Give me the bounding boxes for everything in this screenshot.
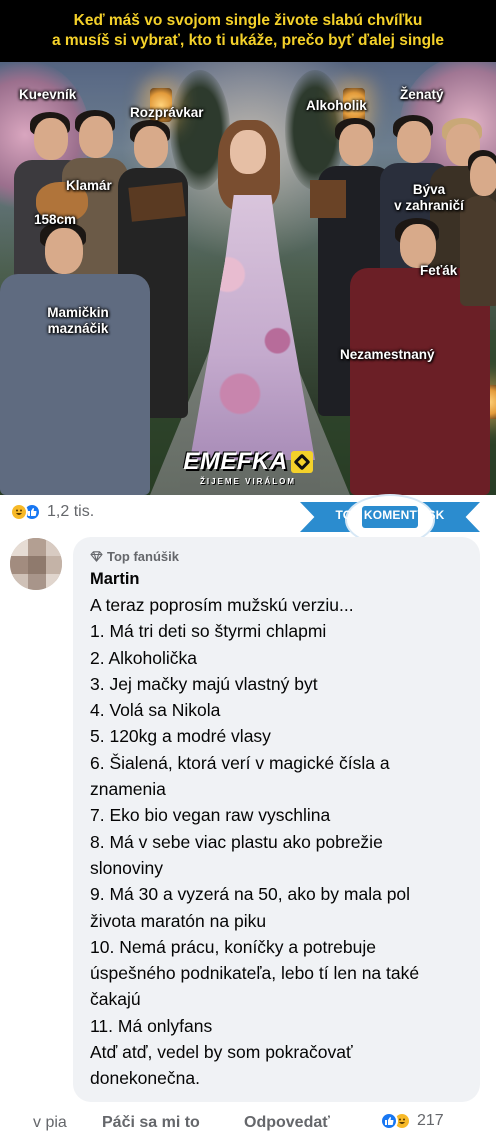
comment-timestamp[interactable]: v pia [33,1114,67,1132]
badge-text: TOP KOMENTY.SK [335,508,445,522]
emefka-mark-icon [290,451,313,473]
comment-bubble: Top fanúšik Martin A teraz poprosím mužs… [73,537,480,1102]
avatar[interactable] [10,538,62,590]
caption-line-1: Keď máš vo svojom single živote slabú ch… [73,12,423,29]
comment-line: života maratón na piku [90,910,267,931]
label-byva: Býva v zahraničí [382,182,476,214]
post-reactions[interactable]: 1,2 tis. [10,500,94,524]
comment-line: 8. Má v sebe viac plastu ako pobrežie [90,831,383,852]
logo-text: EMEFKA [183,448,288,475]
label-byva-line-1: Býva [412,182,446,197]
comment-line: čakajú [90,989,141,1010]
comment-line: 1. Má tri deti so štyrmi chlapmi [90,621,327,642]
comment-reaction-count: 217 [417,1112,444,1129]
comment-line: Atď atď, vedel by som pokračovať [90,1042,353,1063]
label-klamar: Klamár [66,178,112,193]
label-fetak: Feťák [420,263,458,278]
comment-line: znamenia [90,779,166,800]
reply-button[interactable]: Odpovedať [244,1114,330,1132]
like-icon [380,1112,398,1130]
comment-line: 2. Alkoholička [90,647,198,668]
post-reaction-count: 1,2 tis. [47,503,95,520]
label-mamickin-line-2: maznáčik [47,321,109,336]
comment-line: slonoviny [90,857,163,878]
comment-line: A teraz poprosím mužskú verziu... [90,595,354,615]
label-byva-line-2: v zahraničí [394,198,464,213]
diamond-icon [90,550,103,562]
comment-line: donekonečna. [90,1068,200,1089]
comment-text: A teraz poprosím mužskú verziu... 1. Má … [90,592,463,1092]
comment-line: 3. Jej mačky majú vlastný byt [90,673,318,694]
label-158cm: 158cm [34,212,77,227]
woman-face [230,130,266,174]
label-nezamestnany: Nezamestnaný [340,347,435,362]
label-mamickin: Mamičkin maznáčik [30,305,126,337]
top-fan-badge: Top fanúšik [90,547,463,565]
comment-line: 6. Šialená, ktorá verí v magické čísla a [90,752,390,773]
top-fan-label: Top fanúšik [107,548,179,564]
emefka-logo: EMEFKA ŽIJEME VIRÁLOM [180,448,316,490]
comment-reactions[interactable]: 217 [380,1112,444,1130]
comment-line: 4. Volá sa Nikola [90,700,221,721]
label-mamickin-line-1: Mamičkin [47,305,109,320]
comment-line: 11. Má onlyfans [90,1015,213,1036]
comment-line: 5. 120kg a modré vlasy [90,726,271,747]
caption-line-2: a musíš si vybrať, kto ti ukáže, prečo b… [51,32,445,49]
like-button[interactable]: Páči sa mi to [102,1114,200,1132]
label-kucevnik: Ku•evník [19,87,77,102]
logo-subtitle: ŽIJEME VIRÁLOM [199,477,296,486]
comment-line: 9. Má 30 a vyzerá na 50, ako by mala pol [90,884,411,905]
comment-line: 7. Eko bio vegan raw vyschlina [90,805,331,826]
meme-image[interactable]: Keď máš vo svojom single živote slabú ch… [0,0,496,495]
haha-icon [10,503,28,521]
label-rozpravkar: Rozprávkar [130,105,204,120]
comment-actions: v pia Páči sa mi to Odpovedať 217 [0,1108,496,1138]
comment-line: 10. Nemá prácu, koníčky a potrebuje [90,936,376,957]
comment-author[interactable]: Martin [90,569,463,589]
comment-line: úspešného podnikateľa, lebo tí len na ta… [90,963,420,984]
meme-caption: Keď máš vo svojom single živote slabú ch… [0,0,496,62]
label-alkoholik: Alkoholik [306,98,367,113]
label-zenaty: Ženatý [400,87,444,102]
